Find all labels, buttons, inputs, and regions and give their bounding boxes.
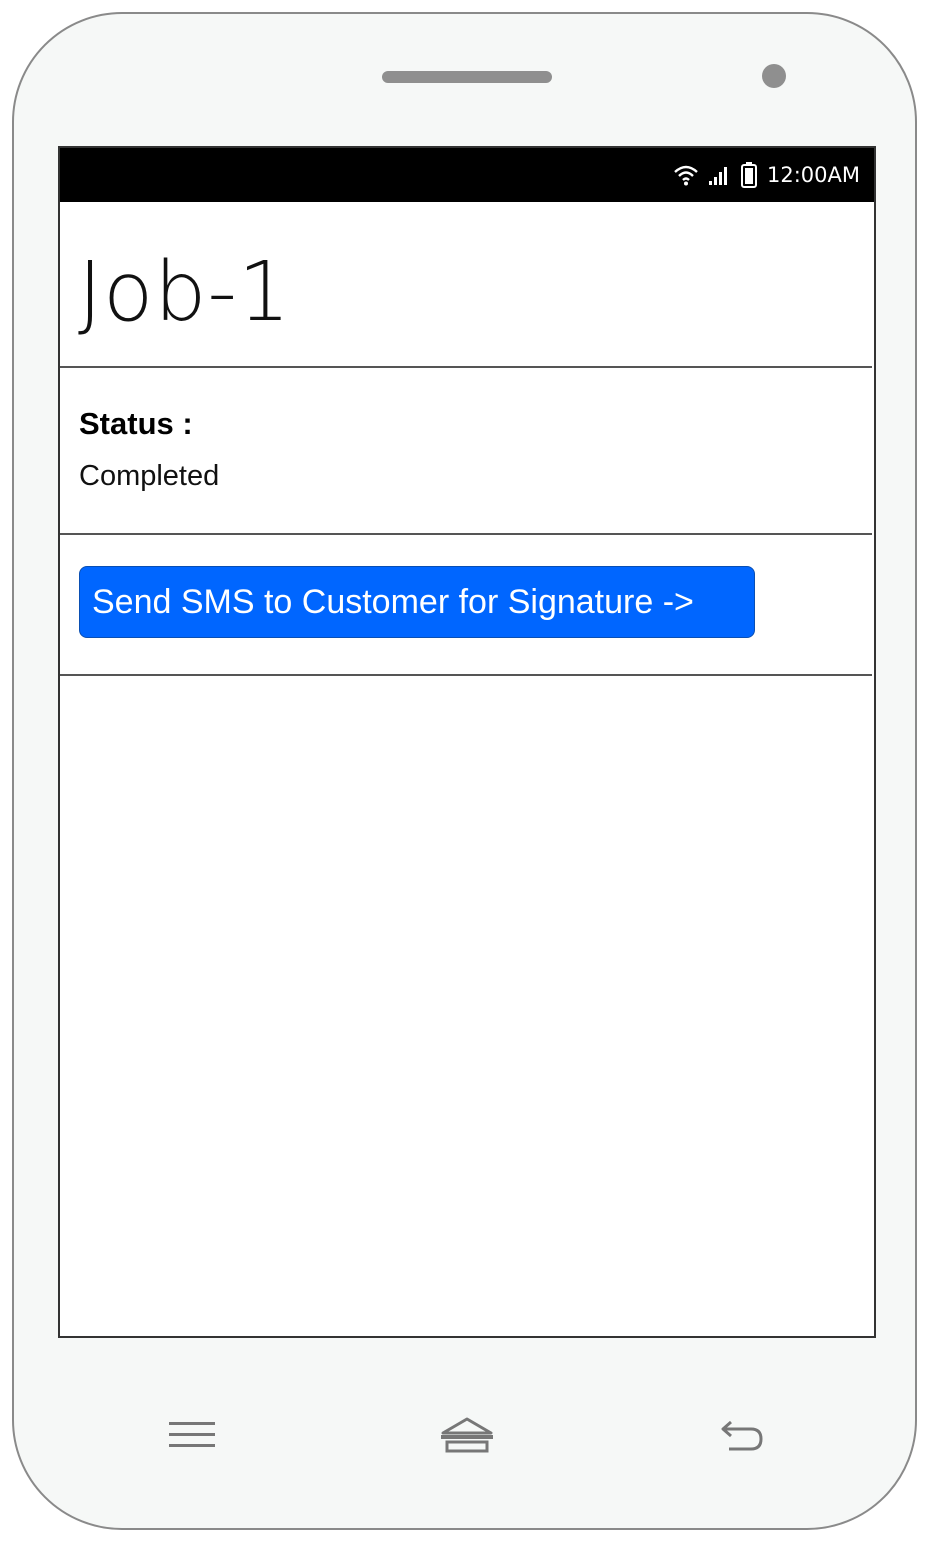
status-label: Status :: [79, 406, 193, 441]
menu-icon: [169, 1421, 215, 1454]
back-button[interactable]: [714, 1412, 770, 1462]
home-icon: [439, 1416, 495, 1459]
battery-icon: [740, 162, 757, 188]
home-button[interactable]: [436, 1412, 498, 1462]
send-sms-button[interactable]: Send SMS to Customer for Signature ->: [79, 566, 755, 638]
divider: [60, 674, 872, 676]
back-icon: [719, 1418, 765, 1457]
divider: [60, 366, 872, 368]
phone-screen: 12:00AM Job-1 Status : Completed Send SM…: [58, 146, 876, 1338]
status-time: 12:00AM: [766, 163, 860, 187]
menu-button[interactable]: [164, 1412, 220, 1462]
status-value: Completed: [79, 460, 220, 492]
front-camera: [762, 64, 786, 88]
signal-icon: [708, 165, 731, 185]
page-title: Job-1: [78, 245, 292, 340]
speaker-grille: [382, 71, 552, 83]
divider: [60, 533, 872, 535]
status-bar: 12:00AM: [60, 148, 874, 202]
wifi-icon: [673, 164, 699, 186]
phone-frame: 12:00AM Job-1 Status : Completed Send SM…: [12, 12, 917, 1530]
